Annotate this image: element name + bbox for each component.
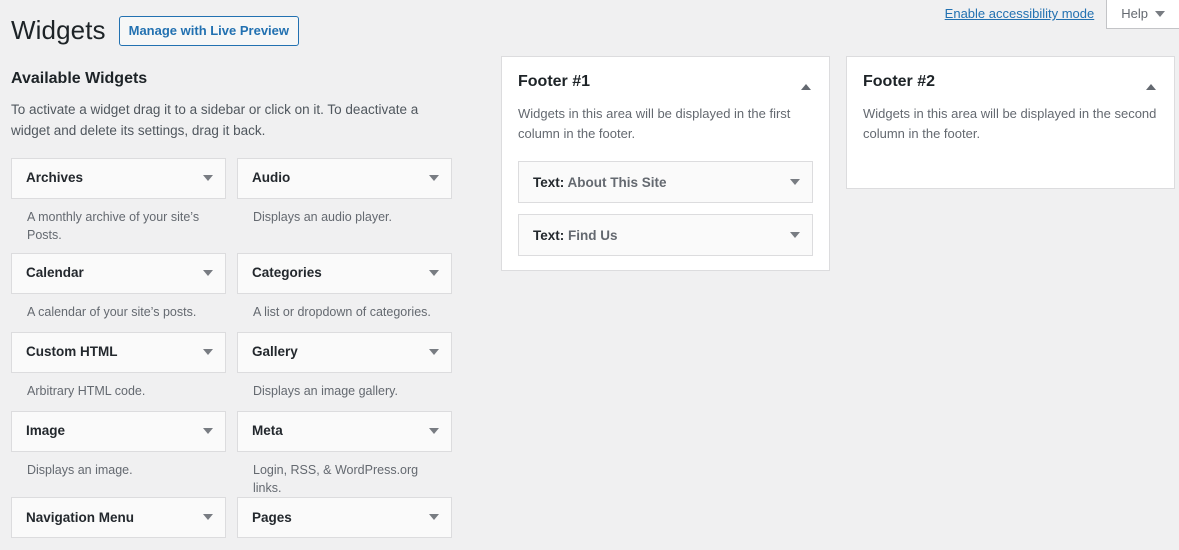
available-widget-description: A calendar of your site’s posts. <box>27 305 197 320</box>
available-widget-name: Calendar <box>26 265 84 281</box>
available-widget: Audio Displays an audio player. <box>237 158 452 253</box>
available-widget: Custom HTML Arbitrary HTML code. <box>11 332 226 411</box>
chevron-up-icon[interactable] <box>1136 72 1158 95</box>
chevron-up-icon[interactable] <box>791 72 813 95</box>
chevron-down-icon[interactable] <box>790 232 800 239</box>
sidebar-widget-label: Text: About This Site <box>533 174 667 192</box>
sidebar-panel-footer-1: Footer #1 Widgets in this area will be d… <box>501 56 830 272</box>
chevron-down-icon[interactable] <box>203 349 213 356</box>
available-widget-name: Archives <box>26 170 84 186</box>
available-widgets-heading: Available Widgets <box>11 70 148 87</box>
sidebar-widget-label: Text: Find Us <box>533 227 618 245</box>
chevron-down-icon[interactable] <box>429 428 439 435</box>
available-widget-name: Custom HTML <box>26 344 118 360</box>
available-widget: Navigation Menu <box>11 497 226 539</box>
available-widget-name: Pages <box>252 509 292 525</box>
available-widgets-section: Available Widgets To activate a widget d… <box>11 68 466 539</box>
help-label: Help <box>1121 6 1148 21</box>
available-widget: Meta Login, RSS, & WordPress.org links. <box>237 411 452 497</box>
sidebar-widget[interactable]: Text: Find Us <box>518 214 813 257</box>
page-title: Widgets <box>11 15 106 45</box>
available-widget-description: Displays an image. <box>27 463 133 478</box>
available-widget-description: Login, RSS, & WordPress.org links. <box>253 463 419 496</box>
available-widget: Image Displays an image. <box>11 411 226 497</box>
chevron-down-icon[interactable] <box>429 175 439 182</box>
available-widget-box[interactable]: Categories <box>237 253 452 295</box>
available-widget-description: A monthly archive of your site’s Posts. <box>27 210 200 243</box>
sidebar-widget-separator: : <box>559 227 569 243</box>
available-widget-box[interactable]: Archives <box>11 158 226 200</box>
available-widget: Categories A list or dropdown of categori… <box>237 253 452 332</box>
chevron-down-icon[interactable] <box>203 270 213 277</box>
chevron-down-icon[interactable] <box>203 514 213 521</box>
available-widget-box[interactable]: Navigation Menu <box>11 497 226 539</box>
available-widget-name: Navigation Menu <box>26 509 135 525</box>
help-tab-button[interactable]: Help <box>1106 0 1179 29</box>
chevron-down-icon[interactable] <box>203 428 213 435</box>
sidebar-panel-title: Footer #1 <box>518 73 591 90</box>
sidebar-panel-header[interactable]: Footer #2 <box>863 72 1158 95</box>
chevron-down-icon[interactable] <box>203 175 213 182</box>
available-widgets-description: To activate a widget drag it to a sideba… <box>11 102 419 139</box>
available-widget: Calendar A calendar of your site’s posts. <box>11 253 226 332</box>
sidebar-panel-header[interactable]: Footer #1 <box>518 72 813 95</box>
available-widget-name: Meta <box>252 423 283 439</box>
sidebar-panel-description: Widgets in this area will be displayed i… <box>863 106 1157 142</box>
available-widget-description: Displays an audio player. <box>253 210 392 225</box>
available-widget: Gallery Displays an image gallery. <box>237 332 452 411</box>
manage-with-live-preview-button[interactable]: Manage with Live Preview <box>118 15 300 47</box>
sidebar-widget-type: Text <box>533 174 560 190</box>
available-widget-box[interactable]: Custom HTML <box>11 332 226 374</box>
page-header: Widgets Manage with Live Preview <box>11 14 300 48</box>
enable-accessibility-mode-link[interactable]: Enable accessibility mode <box>945 0 1095 28</box>
available-widgets-grid: Archives A monthly archive of your site’s… <box>11 158 466 539</box>
chevron-down-icon[interactable] <box>429 514 439 521</box>
available-widget-box[interactable]: Calendar <box>11 253 226 295</box>
available-widget-box[interactable]: Pages <box>237 497 452 539</box>
sidebar-panel-title: Footer #2 <box>863 73 936 90</box>
available-widget: Pages <box>237 497 452 539</box>
available-widget-box[interactable]: Audio <box>237 158 452 200</box>
available-widget-name: Audio <box>252 170 291 186</box>
chevron-down-icon[interactable] <box>429 270 439 277</box>
available-widget-box[interactable]: Meta <box>237 411 452 453</box>
sidebar-widget-title: Find Us <box>568 227 618 243</box>
chevron-down-icon[interactable] <box>790 179 800 186</box>
sidebar-widget-type: Text <box>533 227 560 243</box>
available-widget-description: Displays an image gallery. <box>253 384 398 399</box>
widgets-admin-screen: Enable accessibility mode Help Widgets M… <box>0 0 1179 550</box>
available-widget-name: Gallery <box>252 344 298 360</box>
available-widget-description: Arbitrary HTML code. <box>27 384 146 399</box>
sidebar-widget-list: Text: About This Site Text: Find Us <box>518 161 813 257</box>
available-widget-name: Categories <box>252 265 322 281</box>
sidebar-panel-footer-2: Footer #2 Widgets in this area will be d… <box>846 56 1175 189</box>
sidebar-panel-description: Widgets in this area will be displayed i… <box>518 106 791 142</box>
available-widget-box[interactable]: Gallery <box>237 332 452 374</box>
available-widget: Archives A monthly archive of your site’s… <box>11 158 226 253</box>
chevron-down-icon[interactable] <box>429 349 439 356</box>
available-widget-box[interactable]: Image <box>11 411 226 453</box>
chevron-down-icon <box>1155 10 1165 17</box>
available-widget-description: A list or dropdown of categories. <box>253 305 431 320</box>
available-widget-name: Image <box>26 423 66 439</box>
screen-meta-links: Enable accessibility mode Help <box>945 0 1179 32</box>
sidebar-widget-separator: : <box>559 174 568 190</box>
sidebar-widget-title: About This Site <box>567 174 667 190</box>
sidebar-widget[interactable]: Text: About This Site <box>518 161 813 204</box>
